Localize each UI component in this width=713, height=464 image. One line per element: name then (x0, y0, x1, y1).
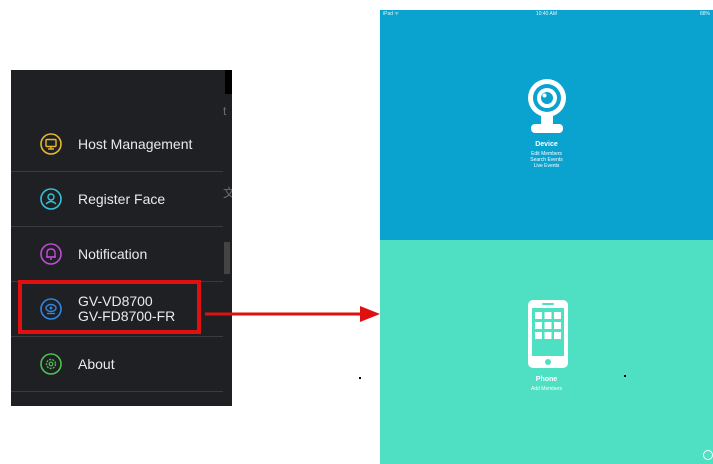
menu-item-label: Notification (78, 245, 148, 262)
phone-text: Phone Add Members (380, 376, 713, 392)
phone-link-add-members[interactable]: Add Members (380, 386, 713, 392)
menu-item-notification[interactable]: Notification (11, 227, 223, 282)
person-icon (40, 188, 62, 210)
background-peek-bar (224, 242, 230, 274)
monitor-icon (40, 133, 62, 155)
menu-item-label: Register Face (78, 190, 166, 207)
phone-title: Phone (535, 376, 558, 383)
bell-icon (40, 243, 62, 265)
highlight-box (18, 280, 201, 334)
menu-item-register-face[interactable]: Register Face (11, 172, 223, 227)
device-text: Device Edit Members Search Events Live E… (380, 141, 713, 169)
status-battery: 88% (699, 11, 710, 17)
menu-item-label: About (78, 355, 115, 372)
stray-dot (359, 377, 361, 379)
webcam-icon (528, 79, 566, 133)
phone-panel[interactable]: Phone Add Members (380, 240, 713, 464)
smartphone-icon (528, 300, 568, 368)
arrow-right-icon (205, 306, 380, 322)
device-panel[interactable]: Device Edit Members Search Events Live E… (380, 10, 713, 240)
menu-item-host-management[interactable]: Host Management (11, 117, 223, 172)
menu-item-label: Host Management (78, 135, 193, 152)
menu-item-about[interactable]: About (11, 337, 223, 392)
status-bar: iPad ᯤ 10:40 AM 88% (380, 10, 713, 20)
stray-dot (624, 375, 626, 377)
corner-circle-icon (703, 450, 713, 460)
side-menu: t 文 Host Management Register Face Notifi… (11, 70, 232, 406)
gear-icon (40, 353, 62, 375)
device-link-live-events[interactable]: Live Events (380, 163, 713, 169)
status-time: 10:40 AM (535, 11, 558, 17)
ipad-screen: Device Edit Members Search Events Live E… (380, 10, 713, 464)
background-peek-char: 文 (223, 186, 232, 200)
top-strip (225, 70, 232, 94)
device-title: Device (535, 141, 558, 148)
background-peek-text: t (223, 104, 227, 118)
